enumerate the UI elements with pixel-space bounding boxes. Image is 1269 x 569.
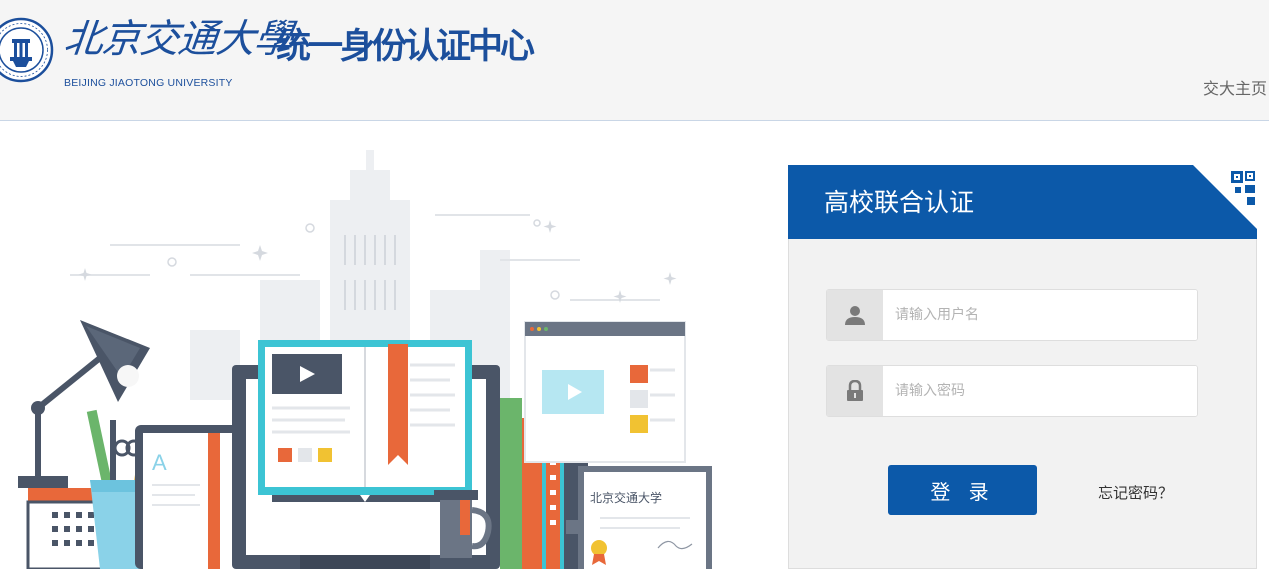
university-script-name: 北京交通大學 [61,17,295,62]
svg-text:A: A [152,450,167,475]
open-book [258,340,472,502]
user-icon [827,290,883,340]
certificate-text: 北京交通大学 [590,490,662,505]
university-english-name: BEIJING JIAOTONG UNIVERSITY [64,77,233,89]
browser-window [524,321,686,463]
password-field [826,365,1198,417]
lock-icon [827,366,883,416]
login-button[interactable]: 登 录 [888,465,1037,515]
desk-lamp [18,320,150,488]
home-link[interactable]: 交大主页 [1203,75,1267,99]
university-emblem-icon [0,17,54,83]
login-panel-header: 高校联合认证 [788,165,1257,239]
hero-illustration: A 北京交通大学 [18,150,712,569]
username-input[interactable] [883,290,1197,340]
qr-code-icon[interactable] [1193,165,1257,229]
password-input[interactable] [883,366,1197,416]
certificate: 北京交通大学 [578,466,712,569]
login-panel-title: 高校联合认证 [824,188,975,217]
login-panel: 高校联合认证 请输入用户名 登 录 忘记密码？ [788,165,1257,569]
username-field [826,289,1198,341]
forgot-password-link[interactable]: 忘记密码？ [1098,482,1173,503]
tablet: A [135,425,245,569]
page-title: 统一身份认证中心 [276,26,535,67]
page-header: 北京交通大學 BEIJING JIAOTONG UNIVERSITY 统一身份认… [0,0,1269,121]
